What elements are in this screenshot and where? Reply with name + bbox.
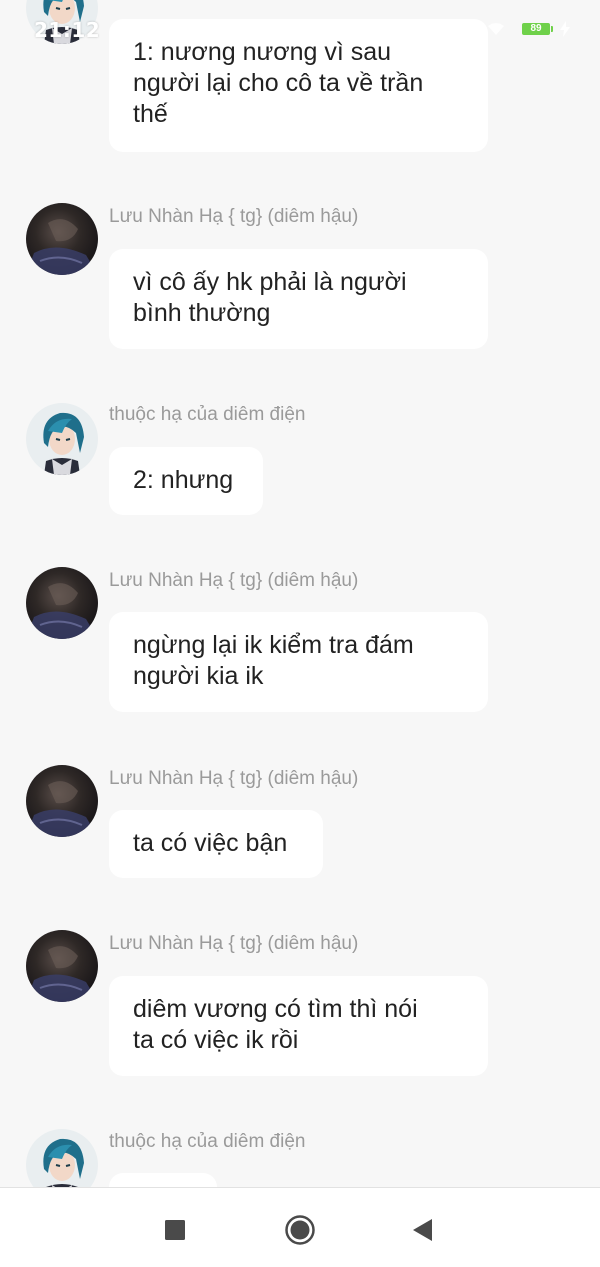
wifi-icon xyxy=(487,22,505,36)
dark-photo-avatar[interactable] xyxy=(26,930,98,1002)
message-bubble[interactable] xyxy=(109,1173,217,1187)
teal-hair-character-avatar[interactable] xyxy=(26,403,98,475)
dark-photo-avatar[interactable] xyxy=(26,567,98,639)
sender-name: Lưu Nhàn Hạ { tg} (diêm hậu) xyxy=(109,768,359,789)
sender-name: Lưu Nhàn Hạ { tg} (diêm hậu) xyxy=(109,933,359,954)
battery-icon: 89 xyxy=(522,23,553,35)
charging-icon xyxy=(560,21,570,37)
recent-apps-icon[interactable] xyxy=(157,1212,193,1248)
message-bubble[interactable]: 2: nhưng xyxy=(109,447,263,515)
message-list[interactable]: 1: nương nương vì sau người lại cho cô t… xyxy=(0,0,600,1187)
status-time: 21:12 xyxy=(34,18,101,42)
sender-name: thuộc hạ của diêm điện xyxy=(109,1131,306,1152)
message-bubble[interactable]: ta có việc bận xyxy=(109,810,323,878)
teal-hair-character-avatar[interactable] xyxy=(26,1129,98,1187)
dark-photo-avatar[interactable] xyxy=(26,765,98,837)
message-bubble[interactable]: vì cô ấy hk phải là người bình thường xyxy=(109,249,488,349)
status-bar: 21:12 89 xyxy=(0,0,600,60)
navigation-bar xyxy=(0,1187,600,1267)
message-bubble[interactable]: ngừng lại ik kiểm tra đám người kia ik xyxy=(109,612,488,712)
back-icon[interactable] xyxy=(404,1212,440,1248)
message-bubble[interactable]: diêm vương có tìm thì nói ta có việc ik … xyxy=(109,976,488,1076)
sender-name: Lưu Nhàn Hạ { tg} (diêm hậu) xyxy=(109,570,359,591)
home-icon[interactable] xyxy=(282,1212,318,1248)
dark-photo-avatar[interactable] xyxy=(26,203,98,275)
sender-name: thuộc hạ của diêm điện xyxy=(109,404,306,425)
sender-name: Lưu Nhàn Hạ { tg} (diêm hậu) xyxy=(109,206,359,227)
chat-screen: 21:12 89 1: nương nương vì sau người lại… xyxy=(0,0,600,1267)
